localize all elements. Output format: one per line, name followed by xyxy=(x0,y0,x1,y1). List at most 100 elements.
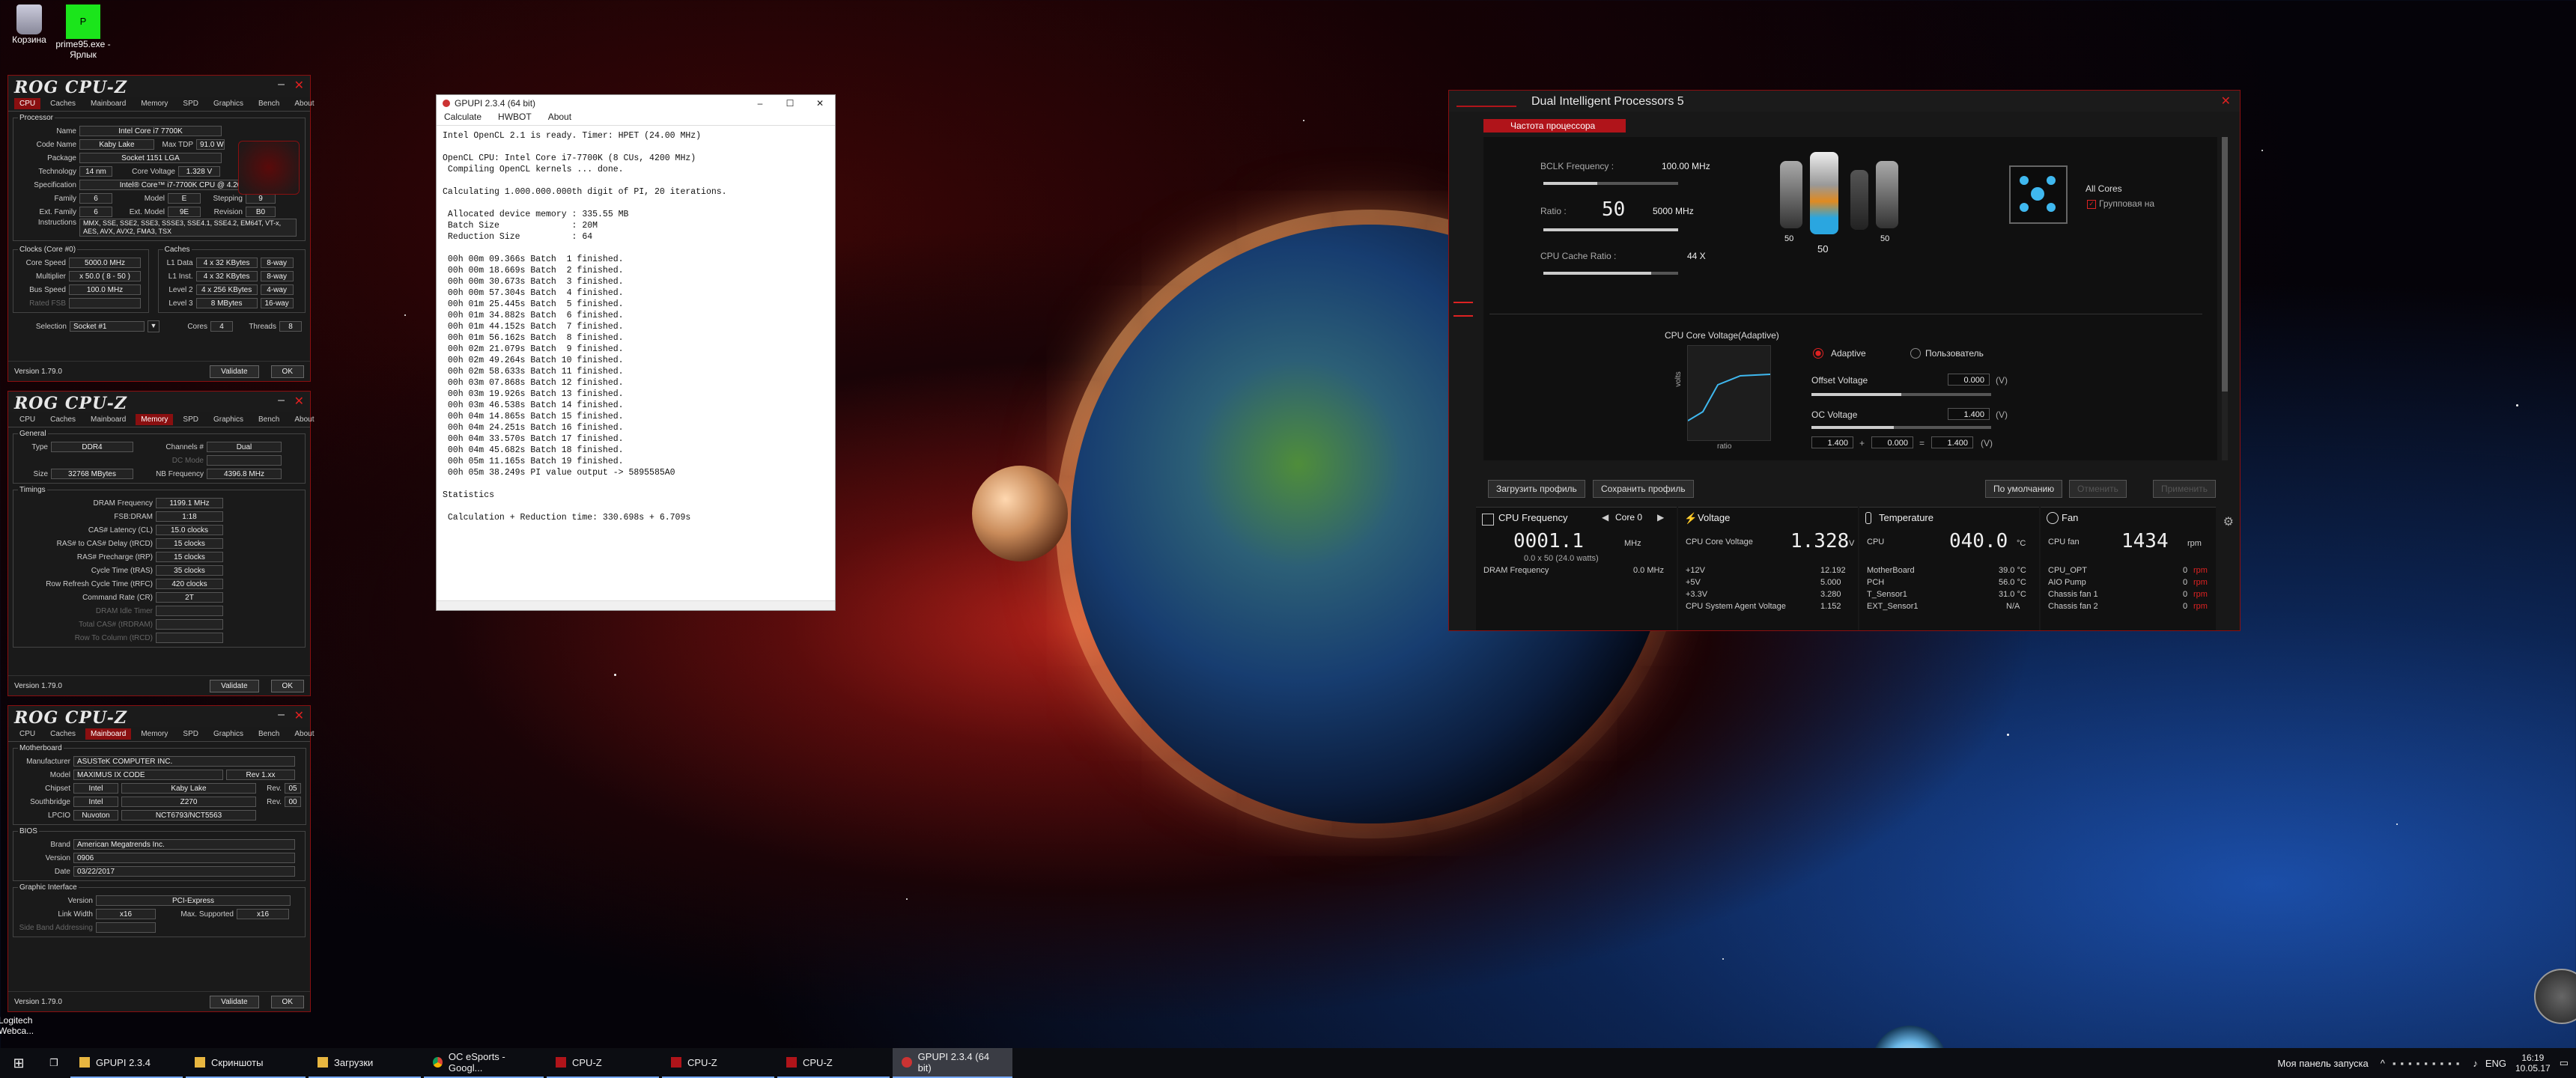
tab-spd[interactable]: SPD xyxy=(177,98,204,109)
default-button[interactable]: По умолчанию xyxy=(1985,480,2063,498)
chevron-down-icon[interactable]: ▼ xyxy=(148,320,160,332)
minimize-button[interactable]: – xyxy=(278,708,285,722)
ok-button[interactable]: OK xyxy=(270,365,304,378)
launch-panel-label[interactable]: Моя панель запуска xyxy=(2277,1058,2368,1069)
menu-calculate[interactable]: Calculate xyxy=(444,112,482,125)
ok-button[interactable]: OK xyxy=(270,995,304,1008)
save-profile-button[interactable]: Сохранить профиль xyxy=(1593,480,1694,498)
core-cylinder-3[interactable] xyxy=(1850,170,1868,230)
ok-button[interactable]: OK xyxy=(270,679,304,692)
clock[interactable]: 16:19 10.05.17 xyxy=(2515,1053,2551,1074)
timing-value: 2T xyxy=(156,592,223,603)
minimize-button[interactable]: – xyxy=(745,98,775,109)
maximize-button[interactable]: ☐ xyxy=(775,98,805,109)
taskbar-item-downloads[interactable]: Загрузки xyxy=(309,1048,421,1078)
panel-scrollbar[interactable] xyxy=(2222,137,2228,460)
rog-desktop-widget[interactable] xyxy=(2534,969,2576,1024)
undo-button[interactable]: Отменить xyxy=(2069,480,2127,498)
core-cylinder-2[interactable] xyxy=(1810,152,1838,234)
taskbar-item-cpuz-2[interactable]: CPU-Z xyxy=(662,1048,774,1078)
cache-ratio-slider[interactable] xyxy=(1543,272,1678,275)
tab-caches[interactable]: Caches xyxy=(45,728,81,740)
tab-bench[interactable]: Bench xyxy=(253,414,285,425)
tab-memory[interactable]: Memory xyxy=(136,98,173,109)
apply-button[interactable]: Применить xyxy=(2153,480,2217,498)
tab-about[interactable]: About xyxy=(289,98,319,109)
offset-voltage-slider[interactable] xyxy=(1811,393,1991,396)
close-button[interactable]: ✕ xyxy=(805,98,835,109)
tab-spd[interactable]: SPD xyxy=(177,728,204,740)
chipset-vendor: Intel xyxy=(73,783,118,794)
taskbar-item-cpuz-1[interactable]: CPU-Z xyxy=(547,1048,659,1078)
taskbar-item-cpuz-3[interactable]: CPU-Z xyxy=(777,1048,890,1078)
oc-voltage-input[interactable]: 1.400 xyxy=(1948,408,1990,420)
tab-graphics[interactable]: Graphics xyxy=(208,414,249,425)
tab-mainboard[interactable]: Mainboard xyxy=(85,728,132,740)
core-selector[interactable]: Core 0 xyxy=(1615,512,1642,523)
close-button[interactable]: ✕ xyxy=(294,394,304,409)
next-core-button[interactable]: ▶ xyxy=(1657,512,1664,523)
tab-about[interactable]: About xyxy=(289,414,319,425)
desktop-icon-logitech[interactable]: Logitech Webca... xyxy=(0,1015,73,1036)
all-cores-icon[interactable] xyxy=(2009,165,2068,224)
close-button[interactable]: ✕ xyxy=(294,78,304,93)
menu-about[interactable]: About xyxy=(548,112,571,125)
tray-icons[interactable]: ▪▪▪▪▪▪▪▪▪ xyxy=(2393,1058,2464,1069)
tab-caches[interactable]: Caches xyxy=(45,414,81,425)
taskbar-item-chrome[interactable]: OC eSports - Googl... xyxy=(424,1048,544,1078)
oc-voltage-slider[interactable] xyxy=(1811,426,1991,429)
footer: Version 1.79.0 Validate OK xyxy=(8,361,310,381)
validate-button[interactable]: Validate xyxy=(210,995,259,1008)
tab-cpu[interactable]: CPU xyxy=(14,414,40,425)
volume-icon[interactable]: ♪ xyxy=(2473,1058,2478,1069)
tab-spd[interactable]: SPD xyxy=(177,414,204,425)
monitor-title: Temperature xyxy=(1879,512,1933,523)
side-menu-icon[interactable] xyxy=(1453,302,1473,317)
tab-graphics[interactable]: Graphics xyxy=(208,98,249,109)
adaptive-radio[interactable] xyxy=(1813,348,1823,359)
desktop-icon-prime95[interactable]: P prime95.exe - Ярлык xyxy=(34,4,132,60)
prev-core-button[interactable]: ◀ xyxy=(1602,512,1609,523)
ratio-slider[interactable] xyxy=(1543,228,1678,231)
close-button[interactable]: ✕ xyxy=(294,708,304,723)
bclk-slider[interactable] xyxy=(1543,182,1678,185)
load-profile-button[interactable]: Загрузить профиль xyxy=(1488,480,1585,498)
tab-cpu-frequency[interactable]: Частота процессора xyxy=(1483,119,1626,133)
validate-button[interactable]: Validate xyxy=(210,679,259,692)
tab-cpu[interactable]: CPU xyxy=(14,98,41,109)
language-indicator[interactable]: ENG xyxy=(2485,1058,2506,1069)
user-radio[interactable] xyxy=(1910,348,1921,359)
tray-up-arrow-icon[interactable]: ^ xyxy=(2381,1058,2385,1069)
task-view-icon[interactable]: ❐ xyxy=(37,1057,70,1069)
tab-memory[interactable]: Memory xyxy=(136,728,173,740)
tab-mainboard[interactable]: Mainboard xyxy=(85,98,131,109)
minimize-button[interactable]: – xyxy=(278,78,285,91)
offset-voltage-input[interactable]: 0.000 xyxy=(1948,374,1990,386)
tab-graphics[interactable]: Graphics xyxy=(208,728,249,740)
tab-mainboard[interactable]: Mainboard xyxy=(85,414,131,425)
gear-icon[interactable]: ⚙ xyxy=(2223,514,2234,529)
horizontal-scrollbar[interactable] xyxy=(437,600,835,610)
tab-memory[interactable]: Memory xyxy=(136,414,174,425)
taskbar-item-gpupi-folder[interactable]: GPUPI 2.3.4 xyxy=(70,1048,183,1078)
taskbar-item-screenshots[interactable]: Скриншоты xyxy=(186,1048,306,1078)
selection-dropdown[interactable]: Socket #1 xyxy=(70,321,145,332)
validate-button[interactable]: Validate xyxy=(210,365,259,378)
notifications-icon[interactable]: ▭ xyxy=(2560,1057,2569,1069)
close-button[interactable]: ✕ xyxy=(2221,94,2231,109)
core-cylinder-4[interactable] xyxy=(1876,161,1898,228)
minimize-button[interactable]: – xyxy=(278,394,285,407)
core-cylinder-1[interactable] xyxy=(1780,161,1802,228)
tab-bench[interactable]: Bench xyxy=(253,728,285,740)
menu-hwbot[interactable]: HWBOT xyxy=(498,112,532,125)
timing-value xyxy=(156,619,223,630)
tab-cpu[interactable]: CPU xyxy=(14,728,40,740)
tab-bench[interactable]: Bench xyxy=(253,98,285,109)
tab-caches[interactable]: Caches xyxy=(45,98,81,109)
start-button[interactable]: ⊞ xyxy=(0,1056,37,1071)
taskbar-item-gpupi[interactable]: GPUPI 2.3.4 (64 bit) xyxy=(893,1048,1012,1078)
cpu-frequency-value: 0001.1 xyxy=(1513,530,1584,552)
group-checkbox[interactable]: ✓ xyxy=(2087,200,2096,209)
cpu-frequency-monitor: CPU Frequency ◀ Core 0 ▶ 0001.1 MHz 0.0 … xyxy=(1476,507,1677,630)
tab-about[interactable]: About xyxy=(289,728,319,740)
